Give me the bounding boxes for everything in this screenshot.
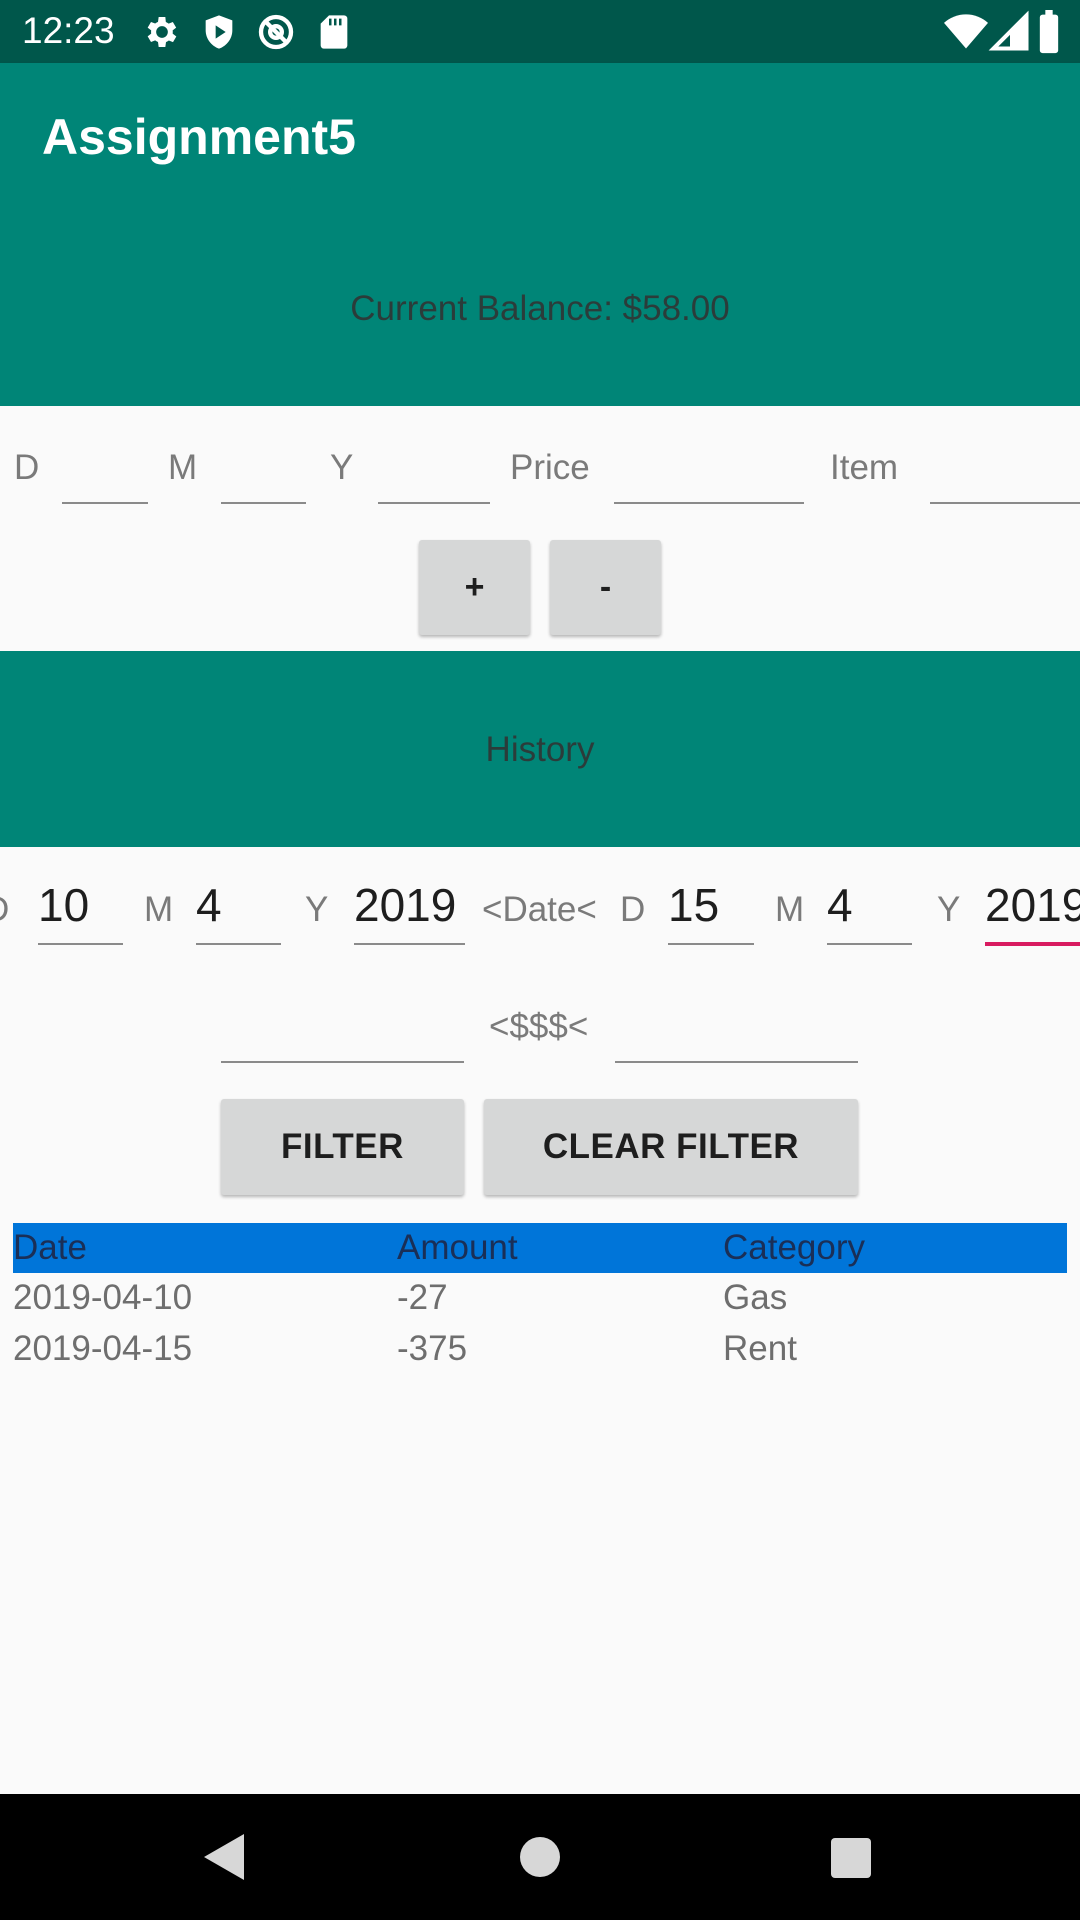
max-amount-input[interactable] bbox=[615, 1000, 858, 1064]
app-title: Assignment5 bbox=[42, 109, 356, 165]
year-label: Y bbox=[330, 448, 354, 487]
cell-category: Gas bbox=[723, 1278, 788, 1317]
back-icon[interactable] bbox=[204, 1834, 244, 1880]
status-bar: 12:23 bbox=[0, 0, 1080, 63]
to-year-input[interactable]: 2019 bbox=[985, 878, 1080, 946]
item-label: Item bbox=[830, 448, 899, 487]
amount-range-separator: <$$$< bbox=[489, 1007, 589, 1046]
table-row[interactable]: 2019-04-10 -27 Gas bbox=[13, 1278, 1067, 1328]
current-balance: Current Balance: $58.00 bbox=[350, 289, 730, 328]
from-day-input[interactable]: 10 bbox=[38, 878, 123, 946]
home-icon[interactable] bbox=[520, 1837, 560, 1877]
status-time: 12:23 bbox=[22, 10, 115, 51]
item-input[interactable] bbox=[930, 440, 1080, 504]
from-month-label: M bbox=[144, 890, 174, 929]
cell-date: 2019-04-10 bbox=[13, 1278, 193, 1317]
navigation-bar bbox=[0, 1794, 1080, 1920]
date-range-separator: <Date< bbox=[482, 890, 597, 929]
cell-signal-icon bbox=[988, 10, 1029, 51]
recents-icon[interactable] bbox=[831, 1838, 871, 1878]
min-amount-input[interactable] bbox=[221, 1000, 464, 1064]
cell-amount: -27 bbox=[397, 1278, 448, 1317]
wifi-icon bbox=[944, 14, 988, 49]
from-year-input[interactable]: 2019 bbox=[354, 878, 465, 946]
settings-icon bbox=[147, 17, 177, 47]
column-header-category: Category bbox=[723, 1228, 866, 1267]
to-day-input[interactable]: 15 bbox=[668, 878, 754, 946]
history-title: History bbox=[485, 730, 595, 769]
year-input[interactable] bbox=[378, 440, 490, 504]
add-button[interactable]: + bbox=[419, 540, 530, 635]
to-month-input[interactable]: 4 bbox=[827, 878, 912, 946]
column-header-date: Date bbox=[13, 1228, 87, 1267]
cell-category: Rent bbox=[723, 1329, 797, 1368]
filter-button[interactable]: FILTER bbox=[221, 1099, 464, 1195]
day-label: D bbox=[14, 448, 40, 487]
table-row[interactable]: 2019-04-15 -375 Rent bbox=[13, 1329, 1067, 1379]
from-month-input[interactable]: 4 bbox=[196, 878, 281, 946]
from-day-label: D bbox=[0, 890, 9, 930]
day-input[interactable] bbox=[62, 440, 148, 504]
from-year-label: Y bbox=[305, 890, 329, 929]
price-input[interactable] bbox=[614, 440, 804, 504]
to-year-label: Y bbox=[937, 890, 961, 929]
battery-icon bbox=[1039, 10, 1059, 54]
to-month-label: M bbox=[775, 890, 805, 929]
at-sign-icon bbox=[258, 14, 294, 50]
column-header-amount: Amount bbox=[397, 1228, 518, 1267]
cell-date: 2019-04-15 bbox=[13, 1329, 193, 1368]
cell-amount: -375 bbox=[397, 1329, 468, 1368]
table-header bbox=[13, 1223, 1067, 1273]
clear-filter-button[interactable]: CLEAR FILTER bbox=[484, 1099, 858, 1195]
month-input[interactable] bbox=[221, 440, 306, 504]
sd-card-icon bbox=[320, 15, 348, 49]
month-label: M bbox=[168, 448, 198, 487]
shield-icon bbox=[205, 15, 233, 49]
subtract-button[interactable]: - bbox=[550, 540, 661, 635]
to-day-label: D bbox=[620, 890, 646, 929]
price-label: Price bbox=[510, 448, 590, 487]
